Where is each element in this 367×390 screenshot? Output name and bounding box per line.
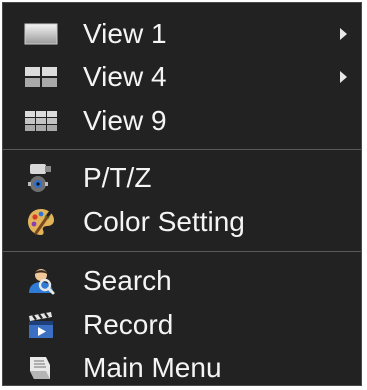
menu-item-label: View 1 bbox=[83, 18, 167, 49]
menu-item-view-1[interactable]: View 1 bbox=[3, 12, 361, 56]
menu-item-color-setting[interactable]: Color Setting bbox=[3, 200, 361, 244]
menu-item-view-4[interactable]: View 4 bbox=[3, 55, 361, 99]
menu-item-label: Search bbox=[83, 265, 172, 296]
single-view-icon bbox=[21, 16, 61, 52]
menu-item-label: Color Setting bbox=[83, 206, 245, 237]
menu-item-search[interactable]: Search bbox=[3, 259, 361, 303]
menu-item-record[interactable]: Record bbox=[3, 303, 361, 347]
search-person-icon bbox=[21, 263, 61, 299]
menu-separator bbox=[3, 251, 361, 252]
menu-item-view-9[interactable]: View 9 bbox=[3, 99, 361, 143]
quad-view-icon bbox=[21, 59, 61, 95]
nine-view-icon bbox=[21, 103, 61, 139]
main-menu-icon bbox=[21, 350, 61, 386]
menu-separator bbox=[3, 149, 361, 150]
menu-item-label: View 4 bbox=[83, 61, 167, 92]
submenu-arrow-icon bbox=[340, 28, 347, 40]
menu-item-ptz[interactable]: P/T/Z bbox=[3, 156, 361, 200]
menu-item-label: Record bbox=[83, 309, 174, 340]
menu-item-label: Main Menu bbox=[83, 352, 222, 383]
clapperboard-icon bbox=[21, 307, 61, 343]
context-menu: View 1 View 4 View 9 P/T/Z Color Setting… bbox=[2, 2, 362, 386]
menu-item-label: P/T/Z bbox=[83, 162, 152, 193]
submenu-arrow-icon bbox=[340, 71, 347, 83]
menu-item-label: View 9 bbox=[83, 105, 167, 136]
menu-item-main-menu[interactable]: Main Menu bbox=[3, 346, 361, 390]
palette-icon bbox=[21, 204, 61, 240]
ptz-camera-icon bbox=[21, 160, 61, 196]
